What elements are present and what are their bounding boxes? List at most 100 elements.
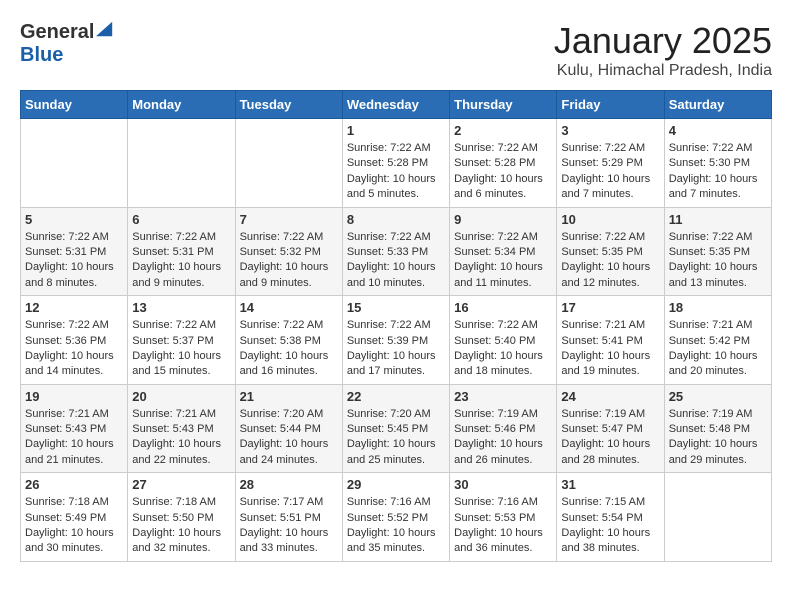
calendar-empty-cell [664,473,771,562]
calendar-week-row: 12Sunrise: 7:22 AMSunset: 5:36 PMDayligh… [21,296,772,385]
calendar-day-10: 10Sunrise: 7:22 AMSunset: 5:35 PMDayligh… [557,207,664,296]
calendar-day-30: 30Sunrise: 7:16 AMSunset: 5:53 PMDayligh… [450,473,557,562]
weekday-header-monday: Monday [128,91,235,119]
day-info: Sunrise: 7:22 AMSunset: 5:28 PMDaylight:… [454,141,552,203]
day-info: Sunrise: 7:20 AMSunset: 5:45 PMDaylight:… [347,407,445,469]
calendar-empty-cell [235,119,342,208]
logo-general: General [20,21,94,43]
calendar-day-18: 18 Sunrise: 7:21 AMSunset: 5:42 PMDayligh… [664,296,771,385]
day-number: 17 [561,300,659,315]
calendar-day-31: 31Sunrise: 7:15 AMSunset: 5:54 PMDayligh… [557,473,664,562]
day-info: Sunrise: 7:16 AMSunset: 5:52 PMDaylight:… [347,495,445,557]
page-header: General Blue January 2025 Kulu, Himachal… [20,20,772,80]
day-info: Sunrise: 7:22 AMSunset: 5:33 PMDaylight:… [347,230,445,292]
calendar-empty-cell [21,119,128,208]
day-number: 8 [347,212,445,227]
day-info: Sunrise: 7:21 AMSunset: 5:43 PMDaylight:… [132,407,230,469]
calendar-day-24: 24 Sunrise: 7:19 AMSunset: 5:47 PMDayligh… [557,384,664,473]
day-info: Sunrise: 7:18 AMSunset: 5:49 PMDaylight:… [25,495,123,557]
day-info: Sunrise: 7:19 AMSunset: 5:47 PMDaylight:… [561,407,659,469]
day-info: Sunrise: 7:22 AMSunset: 5:35 PMDaylight:… [669,230,767,292]
calendar-day-23: 23 Sunrise: 7:19 AMSunset: 5:46 PMDayligh… [450,384,557,473]
logo-triangle-icon [96,20,114,38]
calendar-day-16: 16 Sunrise: 7:22 AMSunset: 5:40 PMDayligh… [450,296,557,385]
calendar-day-27: 27 Sunrise: 7:18 AMSunset: 5:50 PMDayligh… [128,473,235,562]
day-info: Sunrise: 7:22 AMSunset: 5:36 PMDaylight:… [25,318,123,380]
day-number: 15 [347,300,445,315]
day-number: 22 [347,389,445,404]
day-number: 11 [669,212,767,227]
day-info: Sunrise: 7:22 AMSunset: 5:35 PMDaylight:… [561,230,659,292]
calendar-day-28: 28 Sunrise: 7:17 AMSunset: 5:51 PMDayligh… [235,473,342,562]
calendar-day-8: 8 Sunrise: 7:22 AMSunset: 5:33 PMDaylight… [342,207,449,296]
day-number: 29 [347,477,445,492]
month-title: January 2025 [554,20,772,62]
day-number: 7 [240,212,338,227]
day-info: Sunrise: 7:21 AMSunset: 5:43 PMDaylight:… [25,407,123,469]
day-number: 13 [132,300,230,315]
calendar-day-5: 5Sunrise: 7:22 AMSunset: 5:31 PMDaylight… [21,207,128,296]
day-number: 23 [454,389,552,404]
day-info: Sunrise: 7:22 AMSunset: 5:31 PMDaylight:… [25,230,123,292]
calendar-day-14: 14Sunrise: 7:22 AMSunset: 5:38 PMDayligh… [235,296,342,385]
day-number: 1 [347,123,445,138]
day-number: 14 [240,300,338,315]
location: Kulu, Himachal Pradesh, India [554,62,772,80]
day-info: Sunrise: 7:22 AMSunset: 5:40 PMDaylight:… [454,318,552,380]
day-number: 28 [240,477,338,492]
day-info: Sunrise: 7:18 AMSunset: 5:50 PMDaylight:… [132,495,230,557]
day-number: 21 [240,389,338,404]
day-number: 24 [561,389,659,404]
day-number: 20 [132,389,230,404]
calendar-week-row: 5Sunrise: 7:22 AMSunset: 5:31 PMDaylight… [21,207,772,296]
calendar-week-row: 26 Sunrise: 7:18 AMSunset: 5:49 PMDayligh… [21,473,772,562]
day-info: Sunrise: 7:20 AMSunset: 5:44 PMDaylight:… [240,407,338,469]
logo-text: General Blue [20,20,114,67]
day-info: Sunrise: 7:22 AMSunset: 5:31 PMDaylight:… [132,230,230,292]
day-number: 9 [454,212,552,227]
day-info: Sunrise: 7:22 AMSunset: 5:37 PMDaylight:… [132,318,230,380]
day-number: 6 [132,212,230,227]
day-number: 3 [561,123,659,138]
day-info: Sunrise: 7:22 AMSunset: 5:30 PMDaylight:… [669,141,767,203]
calendar-day-17: 17Sunrise: 7:21 AMSunset: 5:41 PMDayligh… [557,296,664,385]
calendar-day-20: 20 Sunrise: 7:21 AMSunset: 5:43 PMDayligh… [128,384,235,473]
day-info: Sunrise: 7:21 AMSunset: 5:42 PMDaylight:… [669,318,767,380]
calendar-table: SundayMondayTuesdayWednesdayThursdayFrid… [20,90,772,562]
day-info: Sunrise: 7:17 AMSunset: 5:51 PMDaylight:… [240,495,338,557]
day-number: 27 [132,477,230,492]
calendar-day-13: 13 Sunrise: 7:22 AMSunset: 5:37 PMDayligh… [128,296,235,385]
calendar-week-row: 19 Sunrise: 7:21 AMSunset: 5:43 PMDayligh… [21,384,772,473]
day-number: 30 [454,477,552,492]
day-number: 2 [454,123,552,138]
calendar-day-22: 22 Sunrise: 7:20 AMSunset: 5:45 PMDayligh… [342,384,449,473]
calendar-day-11: 11 Sunrise: 7:22 AMSunset: 5:35 PMDayligh… [664,207,771,296]
calendar-day-29: 29 Sunrise: 7:16 AMSunset: 5:52 PMDayligh… [342,473,449,562]
calendar-day-19: 19 Sunrise: 7:21 AMSunset: 5:43 PMDayligh… [21,384,128,473]
day-number: 18 [669,300,767,315]
logo-blue: Blue [20,44,63,66]
calendar-day-21: 21 Sunrise: 7:20 AMSunset: 5:44 PMDayligh… [235,384,342,473]
day-info: Sunrise: 7:19 AMSunset: 5:48 PMDaylight:… [669,407,767,469]
day-info: Sunrise: 7:22 AMSunset: 5:39 PMDaylight:… [347,318,445,380]
title-block: January 2025 Kulu, Himachal Pradesh, Ind… [554,20,772,80]
day-number: 16 [454,300,552,315]
calendar-day-15: 15 Sunrise: 7:22 AMSunset: 5:39 PMDayligh… [342,296,449,385]
day-info: Sunrise: 7:22 AMSunset: 5:32 PMDaylight:… [240,230,338,292]
calendar-day-9: 9Sunrise: 7:22 AMSunset: 5:34 PMDaylight… [450,207,557,296]
day-number: 19 [25,389,123,404]
calendar-day-4: 4Sunrise: 7:22 AMSunset: 5:30 PMDaylight… [664,119,771,208]
calendar-day-25: 25Sunrise: 7:19 AMSunset: 5:48 PMDayligh… [664,384,771,473]
logo: General Blue [20,20,114,67]
day-info: Sunrise: 7:15 AMSunset: 5:54 PMDaylight:… [561,495,659,557]
calendar-day-6: 6 Sunrise: 7:22 AMSunset: 5:31 PMDaylight… [128,207,235,296]
day-info: Sunrise: 7:19 AMSunset: 5:46 PMDaylight:… [454,407,552,469]
day-number: 26 [25,477,123,492]
calendar-day-2: 2 Sunrise: 7:22 AMSunset: 5:28 PMDaylight… [450,119,557,208]
day-info: Sunrise: 7:22 AMSunset: 5:29 PMDaylight:… [561,141,659,203]
weekday-header-wednesday: Wednesday [342,91,449,119]
weekday-header-friday: Friday [557,91,664,119]
calendar-day-12: 12Sunrise: 7:22 AMSunset: 5:36 PMDayligh… [21,296,128,385]
day-info: Sunrise: 7:22 AMSunset: 5:28 PMDaylight:… [347,141,445,203]
weekday-header-saturday: Saturday [664,91,771,119]
